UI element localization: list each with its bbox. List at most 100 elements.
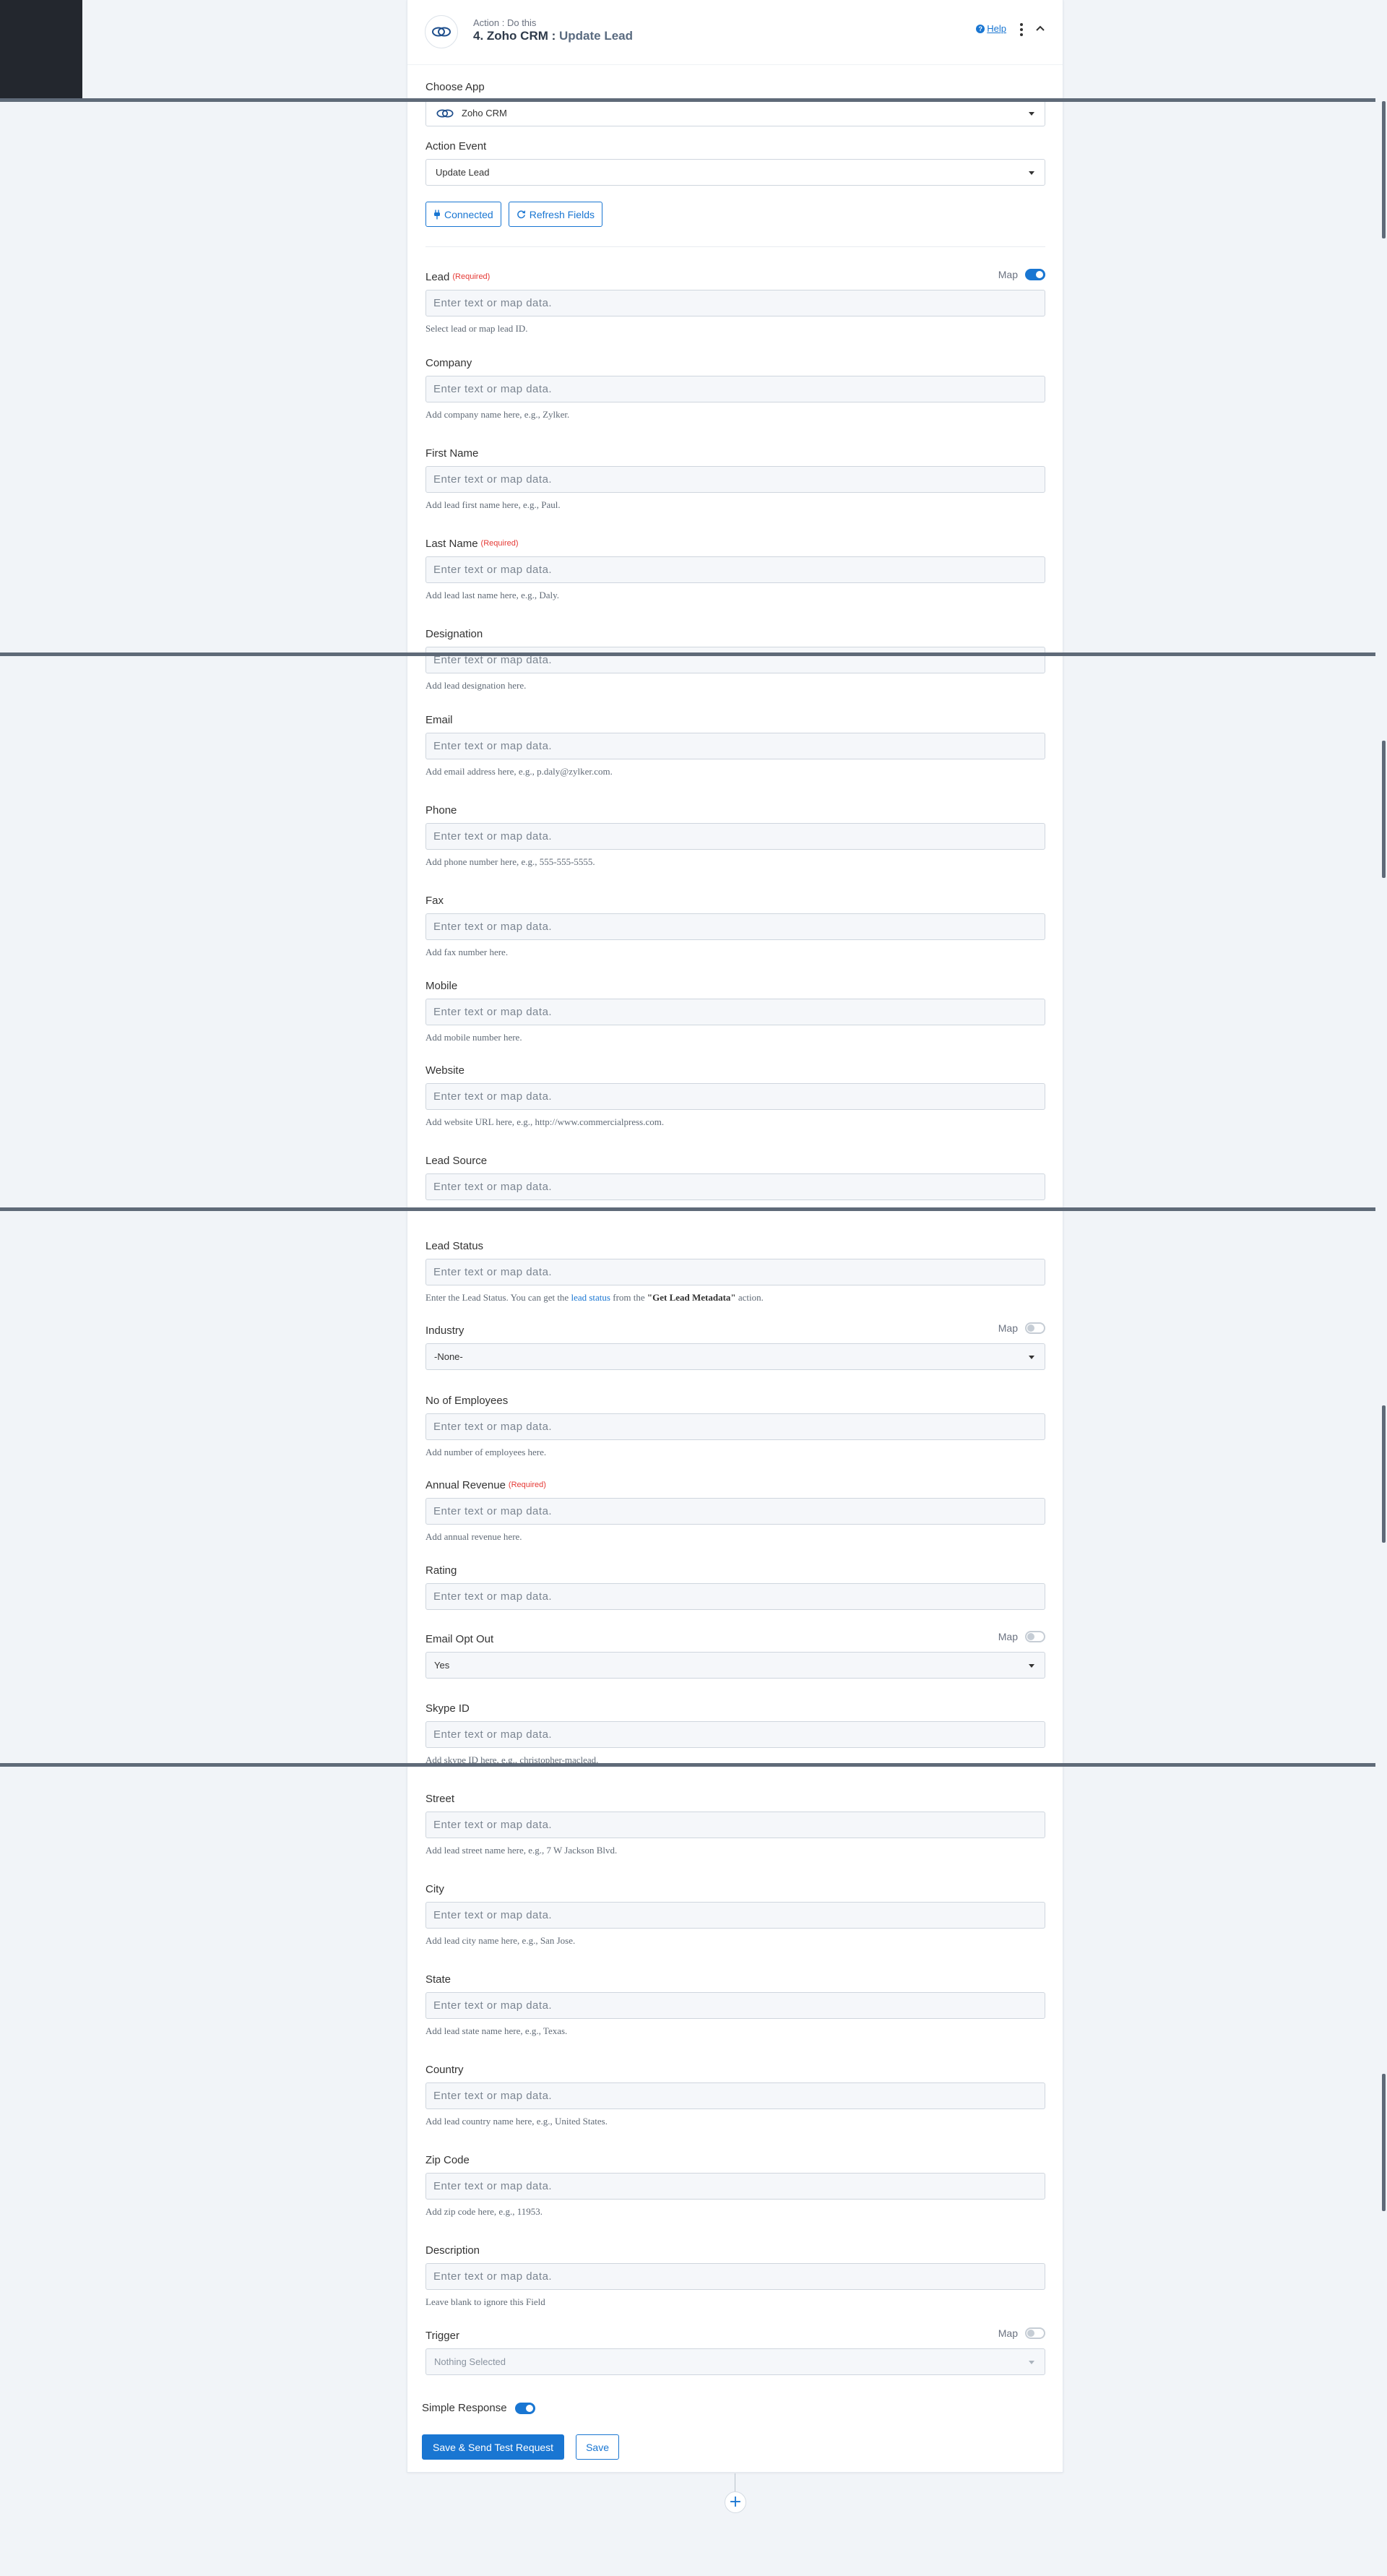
fax-hint: Add fax number here.	[425, 947, 509, 957]
employees-label: No of Employees	[425, 1394, 509, 1407]
state-hint: Add lead state name here, e.g., Texas.	[425, 2025, 568, 2036]
simple-response-row: Simple Response	[422, 2402, 535, 2414]
refresh-fields-button[interactable]: Refresh Fields	[508, 202, 602, 227]
lead-status-link[interactable]: lead status	[571, 1292, 610, 1303]
field-state: State Enter text or map data. Add lead s…	[425, 1972, 1045, 2037]
street-input[interactable]: Enter text or map data.	[425, 1812, 1045, 1838]
last-name-input[interactable]: Enter text or map data.	[425, 556, 1045, 583]
email-opt-out-label: Email Opt Out	[425, 1632, 494, 1645]
screenshot-seam	[0, 652, 1375, 656]
choose-app-select[interactable]: Zoho CRM	[425, 100, 1045, 126]
scrollbar-thumb[interactable]	[1382, 101, 1386, 238]
employees-hint: Add number of employees here.	[425, 1447, 547, 1457]
field-rating: Rating Enter text or map data.	[425, 1563, 1045, 1610]
description-hint: Leave blank to ignore this Field	[425, 2296, 545, 2307]
city-input[interactable]: Enter text or map data.	[425, 1902, 1045, 1929]
screenshot-seam	[0, 98, 1375, 102]
lead-hint: Select lead or map lead ID.	[425, 323, 528, 334]
industry-select[interactable]: -None-	[425, 1343, 1045, 1370]
field-first-name: First Name Enter text or map data. Add l…	[425, 446, 1045, 511]
industry-value: -None-	[434, 1351, 463, 1362]
field-company: Company Enter text or map data. Add comp…	[425, 356, 1045, 421]
help-link[interactable]: ? Help	[976, 23, 1006, 34]
fax-input[interactable]: Enter text or map data.	[425, 913, 1045, 940]
rating-label: Rating	[425, 1564, 457, 1577]
kebab-menu-icon[interactable]	[1018, 22, 1025, 38]
state-input[interactable]: Enter text or map data.	[425, 1992, 1045, 2019]
first-name-input[interactable]: Enter text or map data.	[425, 466, 1045, 493]
website-input[interactable]: Enter text or map data.	[425, 1083, 1045, 1110]
choose-app-label: Choose App	[425, 81, 485, 93]
toggle-switch[interactable]	[1025, 1631, 1045, 1642]
field-annual-revenue: Annual Revenue (Required) Enter text or m…	[425, 1478, 1045, 1543]
simple-response-toggle[interactable]	[514, 2402, 535, 2414]
description-input[interactable]: Enter text or map data.	[425, 2263, 1045, 2290]
action-buttons: Save & Send Test Request Save	[422, 2434, 619, 2460]
skype-input[interactable]: Enter text or map data.	[425, 1721, 1045, 1748]
scrollbar-thumb[interactable]	[1382, 1405, 1386, 1543]
trigger-select[interactable]: Nothing Selected	[425, 2348, 1045, 2375]
field-street: Street Enter text or map data. Add lead …	[425, 1791, 1045, 1856]
field-lead-status: Lead Status Enter text or map data. Ente…	[425, 1239, 1045, 1304]
save-button[interactable]: Save	[576, 2434, 619, 2460]
country-input[interactable]: Enter text or map data.	[425, 2082, 1045, 2109]
email-input[interactable]: Enter text or map data.	[425, 733, 1045, 759]
mobile-label: Mobile	[425, 979, 458, 992]
field-designation: Designation Enter text or map data. Add …	[425, 626, 1045, 692]
map-toggle-trigger[interactable]: Map	[998, 2327, 1045, 2339]
mobile-input[interactable]: Enter text or map data.	[425, 999, 1045, 1025]
skype-label: Skype ID	[425, 1702, 470, 1715]
industry-label: Industry	[425, 1324, 465, 1337]
connected-button[interactable]: Connected	[425, 202, 501, 227]
save-and-send-test-button[interactable]: Save & Send Test Request	[422, 2434, 565, 2460]
map-toggle-email-opt-out[interactable]: Map	[998, 1631, 1045, 1642]
last-name-hint: Add lead last name here, e.g., Daly.	[425, 590, 560, 600]
toggle-switch[interactable]	[1025, 269, 1045, 280]
lead-status-input[interactable]: Enter text or map data.	[425, 1259, 1045, 1285]
step-title: 4. Zoho CRM : Update Lead	[473, 29, 633, 43]
last-name-label: Last Name	[425, 537, 478, 550]
state-label: State	[425, 1973, 451, 1986]
step-subtitle: Action : Do this	[473, 17, 537, 28]
required-marker: (Required)	[508, 1481, 546, 1489]
revenue-input[interactable]: Enter text or map data.	[425, 1498, 1045, 1525]
screenshot-seam	[0, 1207, 1375, 1211]
map-toggle-industry[interactable]: Map	[998, 1322, 1045, 1334]
caret-down-icon	[1029, 1664, 1034, 1668]
designation-input[interactable]: Enter text or map data.	[425, 647, 1045, 673]
lead-status-hint: Enter the Lead Status. You can get the l…	[425, 1292, 764, 1303]
section-divider	[425, 246, 1045, 247]
map-toggle-lead[interactable]: Map	[998, 269, 1045, 280]
company-label: Company	[425, 356, 472, 369]
description-label: Description	[425, 2244, 480, 2257]
field-skype-id: Skype ID Enter text or map data. Add sky…	[425, 1701, 1045, 1766]
field-mobile: Mobile Enter text or map data. Add mobil…	[425, 978, 1045, 1043]
email-opt-out-value: Yes	[434, 1660, 450, 1671]
action-event-select[interactable]: Update Lead	[425, 159, 1045, 186]
chevron-up-icon[interactable]	[1034, 22, 1047, 35]
email-opt-out-select[interactable]: Yes	[425, 1652, 1045, 1679]
revenue-hint: Add annual revenue here.	[425, 1531, 522, 1542]
toggle-switch[interactable]	[1025, 2327, 1045, 2339]
action-event-block: Action Event Update Lead	[425, 140, 1045, 186]
rating-input[interactable]: Enter text or map data.	[425, 1583, 1045, 1610]
lead-source-label: Lead Source	[425, 1154, 488, 1167]
toggle-switch[interactable]	[1025, 1322, 1045, 1334]
employees-input[interactable]: Enter text or map data.	[425, 1413, 1045, 1440]
plus-icon[interactable]: +	[725, 2491, 746, 2513]
scrollbar-thumb[interactable]	[1382, 2074, 1386, 2211]
designation-label: Designation	[425, 627, 483, 640]
fax-label: Fax	[425, 894, 444, 907]
zip-hint: Add zip code here, e.g., 11953.	[425, 2206, 543, 2217]
lead-source-input[interactable]: Enter text or map data.	[425, 1173, 1045, 1200]
field-city: City Enter text or map data. Add lead ci…	[425, 1882, 1045, 1947]
lead-input[interactable]: Enter text or map data.	[425, 290, 1045, 316]
zip-input[interactable]: Enter text or map data.	[425, 2173, 1045, 2200]
field-zip-code: Zip Code Enter text or map data. Add zip…	[425, 2153, 1045, 2218]
field-description: Description Enter text or map data. Leav…	[425, 2243, 1045, 2308]
phone-input[interactable]: Enter text or map data.	[425, 823, 1045, 850]
step-title-event: Update Lead	[558, 29, 634, 43]
zoho-crm-icon	[425, 15, 458, 48]
scrollbar-thumb[interactable]	[1382, 741, 1386, 878]
company-input[interactable]: Enter text or map data.	[425, 376, 1045, 402]
